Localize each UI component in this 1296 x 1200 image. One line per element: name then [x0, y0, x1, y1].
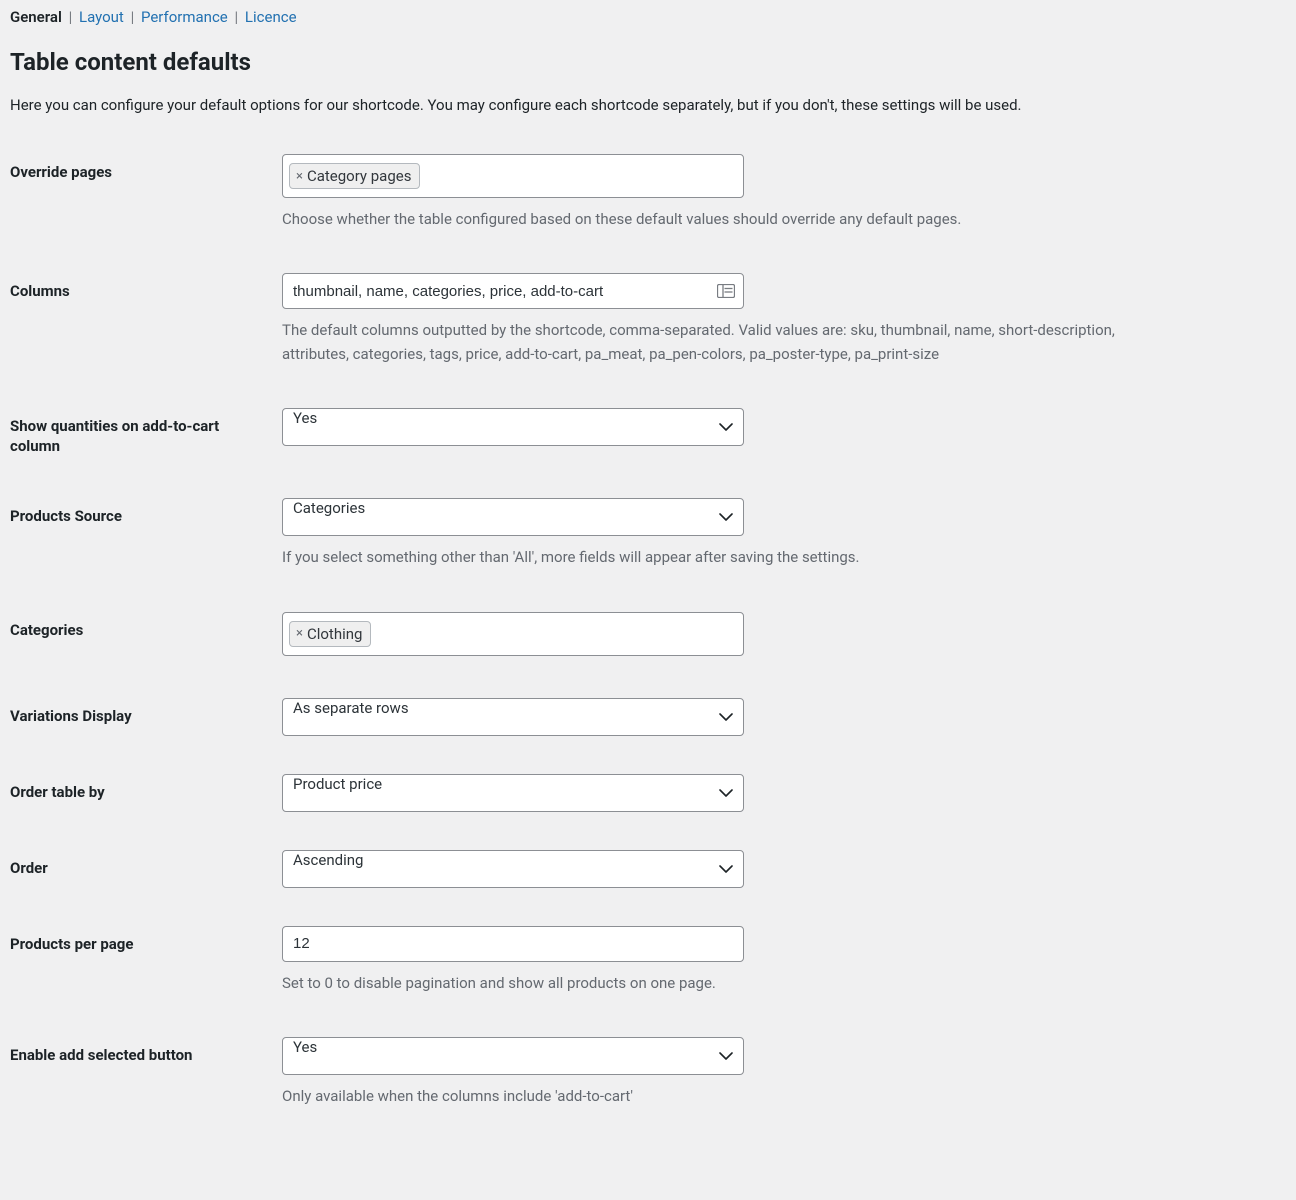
tab-performance[interactable]: Performance [141, 8, 228, 26]
tab-licence[interactable]: Licence [245, 8, 297, 26]
tab-separator: | [235, 8, 239, 26]
override-pages-input[interactable]: × Category pages [282, 154, 744, 198]
remove-tag-icon[interactable]: × [296, 170, 303, 183]
categories-input[interactable]: × Clothing [282, 612, 744, 656]
per-page-input[interactable] [282, 926, 744, 962]
override-pages-help: Choose whether the table configured base… [282, 208, 1152, 231]
products-source-help: If you select something other than 'All'… [282, 546, 1152, 569]
show-quantities-select[interactable]: Yes [282, 408, 744, 446]
order-by-select[interactable]: Product price [282, 774, 744, 812]
columns-label: Columns [10, 273, 282, 301]
products-source-label: Products Source [10, 498, 282, 526]
categories-tag[interactable]: × Clothing [289, 621, 371, 647]
remove-tag-icon[interactable]: × [296, 627, 303, 640]
products-source-select[interactable]: Categories [282, 498, 744, 536]
per-page-help: Set to 0 to disable pagination and show … [282, 972, 1152, 995]
override-pages-tag[interactable]: × Category pages [289, 163, 420, 189]
show-quantities-label: Show quantities on add-to-cart column [10, 408, 282, 457]
tab-general[interactable]: General [10, 8, 62, 26]
tab-separator: | [69, 8, 73, 26]
categories-label: Categories [10, 612, 282, 640]
tab-layout[interactable]: Layout [79, 8, 124, 26]
columns-help: The default columns outputted by the sho… [282, 319, 1152, 366]
variations-display-select[interactable]: As separate rows [282, 698, 744, 736]
order-label: Order [10, 850, 282, 878]
order-by-label: Order table by [10, 774, 282, 802]
page-description: Here you can configure your default opti… [10, 96, 1286, 114]
override-pages-label: Override pages [10, 154, 282, 182]
settings-tabs: General | Layout | Performance | Licence [10, 8, 1286, 26]
order-select[interactable]: Ascending [282, 850, 744, 888]
add-selected-select[interactable]: Yes [282, 1037, 744, 1075]
add-selected-help: Only available when the columns include … [282, 1085, 1152, 1108]
per-page-label: Products per page [10, 926, 282, 954]
tab-separator: | [131, 8, 135, 26]
add-selected-label: Enable add selected button [10, 1037, 282, 1065]
variations-display-label: Variations Display [10, 698, 282, 726]
columns-input[interactable] [282, 273, 744, 309]
tag-label: Category pages [307, 167, 412, 185]
page-title: Table content defaults [10, 48, 1286, 76]
tag-label: Clothing [307, 625, 363, 643]
